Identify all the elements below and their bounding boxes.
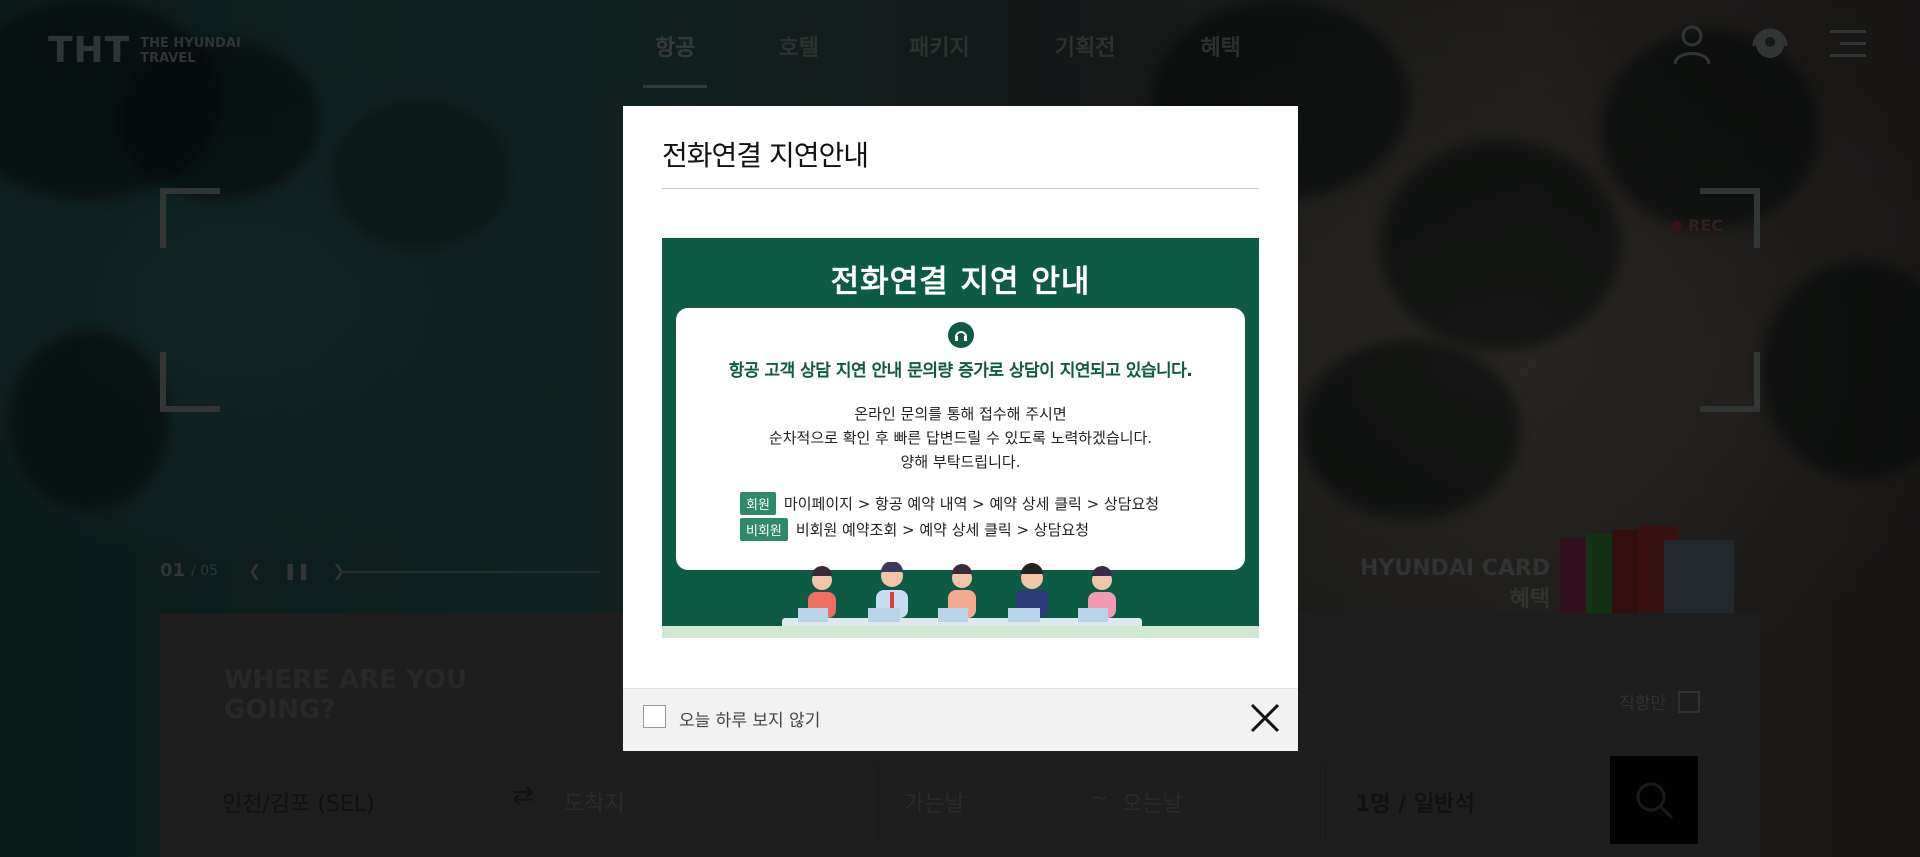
- member-tag: 회원: [740, 492, 776, 515]
- guest-route: 비회원 비회원 예약조회 > 예약 상세 클릭 > 상담요청: [740, 518, 1089, 541]
- guest-route-path: 비회원 예약조회 > 예약 상세 클릭 > 상담요청: [795, 521, 1090, 539]
- modal-footer: 오늘 하루 보지 않기: [623, 688, 1298, 751]
- notice-title: 전화연결 지연 안내: [830, 264, 1091, 300]
- notice-image: 전화연결 지연 안내 항공 고객 상담 지연 안내 문의량 증가로 상담이 지연…: [662, 238, 1259, 638]
- notice-card: 항공 고객 상담 지연 안내 문의량 증가로 상담이 지연되고 있습니다. 온라…: [676, 308, 1245, 570]
- notice-modal: 전화연결 지연안내 전화연결 지연 안내 항공 고객 상담 지연 안내 문의량 …: [623, 106, 1298, 751]
- guest-tag: 비회원: [740, 518, 788, 541]
- modal-title: 전화연결 지연안내: [662, 139, 869, 172]
- notice-body-line: 순차적으로 확인 후 빠른 답변드릴 수 있도록 노력하겠습니다.: [768, 429, 1153, 447]
- modal-divider: [662, 188, 1259, 189]
- member-route: 회원 마이페이지 > 항공 예약 내역 > 예약 상세 클릭 > 상담요청: [740, 492, 1159, 515]
- member-route-path: 마이페이지 > 항공 예약 내역 > 예약 상세 클릭 > 상담요청: [783, 495, 1160, 513]
- close-icon[interactable]: [1248, 701, 1282, 735]
- headset-icon: [948, 322, 974, 348]
- notice-body: 온라인 문의를 통해 접수해 주시면 순차적으로 확인 후 빠른 답변드릴 수 …: [676, 402, 1245, 474]
- dont-show-today-label[interactable]: 오늘 하루 보지 않기: [679, 706, 820, 731]
- dont-show-today-checkbox[interactable]: [643, 705, 666, 728]
- notice-headline: 항공 고객 상담 지연 안내 문의량 증가로 상담이 지연되고 있습니다.: [728, 361, 1193, 381]
- notice-body-line: 온라인 문의를 통해 접수해 주시면: [854, 405, 1067, 423]
- illustration-floor: [662, 626, 1259, 638]
- notice-body-line: 양해 부탁드립니다.: [900, 453, 1021, 471]
